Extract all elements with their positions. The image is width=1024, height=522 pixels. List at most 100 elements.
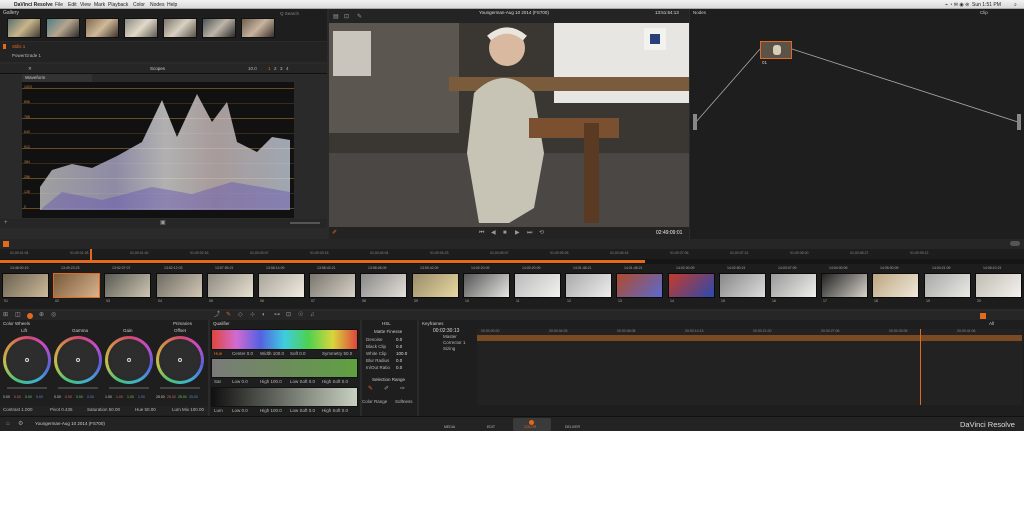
lum-bar[interactable]	[211, 387, 358, 407]
window-icon[interactable]: ◇	[238, 312, 243, 318]
step-back-icon[interactable]: ◀	[491, 230, 496, 236]
clip-thumbnail[interactable]	[258, 273, 305, 298]
wheel-value[interactable]: 25.00	[156, 395, 165, 400]
stills-album[interactable]: Stills 1	[12, 44, 25, 50]
spotlight-icon[interactable]: ⌕	[1014, 2, 1017, 8]
wheel-value[interactable]: 0.00	[87, 395, 94, 400]
clip-thumbnail[interactable]	[821, 273, 868, 298]
gallery-still[interactable]	[46, 18, 80, 38]
matte-param-value[interactable]: 100.0	[396, 351, 407, 357]
app-menu[interactable]: DaVinci Resolve	[14, 2, 53, 8]
go-start-icon[interactable]: ⏮	[479, 230, 484, 236]
close-icon[interactable]: ✕	[28, 66, 32, 72]
wheel-value[interactable]: 25.00	[189, 395, 198, 400]
node-editor[interactable]: Nodes Clip 01	[690, 9, 1024, 239]
clip-thumbnail[interactable]	[514, 273, 561, 298]
gallery-still[interactable]	[202, 18, 236, 38]
track-master[interactable]: Master	[443, 334, 457, 340]
wheel-value[interactable]: 1.00	[138, 395, 145, 400]
wheel-center-dot[interactable]	[25, 358, 29, 362]
gallery-still[interactable]	[241, 18, 275, 38]
wheel-value[interactable]: 0.00	[3, 395, 10, 400]
menu-file[interactable]: File	[55, 2, 63, 8]
blur-icon[interactable]: ◐	[262, 312, 266, 318]
clip-thumbnail[interactable]	[156, 273, 203, 298]
zoom-icon[interactable]: ⊡	[344, 14, 349, 20]
key-icon[interactable]: ⊶	[274, 312, 280, 318]
sat-bar[interactable]	[211, 358, 358, 378]
menu-playback[interactable]: Playback	[108, 2, 128, 8]
clip-thumbnail[interactable]	[872, 273, 919, 298]
3d-icon[interactable]: ☉	[298, 312, 303, 318]
sat-low-soft[interactable]: Low Soft 0.0	[290, 379, 315, 385]
matte-param-value[interactable]: 0.0	[396, 365, 402, 371]
gallery-still[interactable]	[163, 18, 197, 38]
clip-thumbnail[interactable]	[463, 273, 510, 298]
powergrade-album[interactable]: PowerGrade 1	[12, 53, 41, 59]
scope-zoom[interactable]: 10.0	[248, 66, 257, 72]
matte-param-value[interactable]: 0.0	[396, 344, 402, 350]
timeline-toggle[interactable]	[3, 241, 9, 247]
play-icon[interactable]: ▶	[515, 230, 520, 236]
sat-high-soft[interactable]: High Soft 0.0	[322, 379, 348, 385]
scope-channel-3[interactable]: 3	[280, 66, 283, 72]
color-match-icon[interactable]: ◫	[15, 312, 21, 318]
wheel-center-dot[interactable]	[178, 358, 182, 362]
scope-channel-4[interactable]: 4	[286, 66, 289, 72]
hue-value[interactable]: Hue 50.00	[135, 407, 156, 413]
mini-timeline-ruler[interactable]: 01:00:01:04 01:00:01:28 01:00:01:40 01:00:0…	[0, 249, 1024, 259]
hue-width[interactable]: Width 100.0	[260, 351, 284, 357]
picker-plus-icon[interactable]: ✑	[400, 386, 405, 392]
clip-thumbnail[interactable]	[309, 273, 356, 298]
hue-center[interactable]: Center 0.0	[232, 351, 253, 357]
qualifier-icon[interactable]: ✎	[226, 312, 231, 318]
clip-thumbnail[interactable]	[412, 273, 459, 298]
wheel-value[interactable]: 25.00	[167, 395, 176, 400]
clip-thumbnail[interactable]	[668, 273, 715, 298]
gallery-still[interactable]	[7, 18, 41, 38]
track-corrector[interactable]: Corrector 1	[443, 340, 466, 346]
lum-high-soft[interactable]: High Soft 0.0	[322, 408, 348, 414]
clip-thumbnail[interactable]	[2, 273, 49, 298]
hue-symmetry[interactable]: Symmetry 50.0	[322, 351, 352, 357]
wheel-value[interactable]: 0.00	[65, 395, 72, 400]
clip-thumbnail[interactable]	[975, 273, 1022, 298]
sat-high[interactable]: High 100.0	[260, 379, 282, 385]
clip-strip[interactable]: 13:48:00:19 01 13:49:23:23 02 13:52:07:07 03 1…	[0, 264, 1024, 309]
gallery-zoom-slider[interactable]	[290, 222, 320, 224]
wheel-value[interactable]: 25.00	[178, 395, 187, 400]
project-icon[interactable]: ⌂	[6, 421, 10, 427]
clip-thumbnail[interactable]	[207, 273, 254, 298]
gallery-still[interactable]	[124, 18, 158, 38]
color-wheel[interactable]	[54, 336, 102, 384]
clip-thumbnail[interactable]	[616, 273, 663, 298]
clip-thumbnail[interactable]	[924, 273, 971, 298]
matte-param-value[interactable]: 0.0	[396, 337, 402, 343]
color-wheel[interactable]	[156, 336, 204, 384]
lum-mix-value[interactable]: Lum Mix 100.00	[172, 407, 204, 413]
wheel-value[interactable]: 1.00	[127, 395, 134, 400]
keyframe-graph[interactable]: 00:00:00:00 00:00:04:03 00:00:08:08 00:00:1…	[477, 329, 1022, 405]
menu-color[interactable]: Color	[133, 2, 145, 8]
color-wheel[interactable]	[3, 336, 51, 384]
picker-icon[interactable]: ✎	[368, 386, 373, 392]
camera-raw-icon[interactable]: ⊞	[3, 312, 8, 318]
menu-nodes[interactable]: Nodes	[150, 2, 164, 8]
grab-still-icon[interactable]: ▣	[160, 220, 166, 226]
picker-minus-icon[interactable]: ✐	[384, 386, 389, 392]
lum-low-soft[interactable]: Low Soft 0.0	[290, 408, 315, 414]
hue-bar[interactable]	[211, 329, 358, 350]
saturation-value[interactable]: Saturation 50.00	[87, 407, 120, 413]
playhead[interactable]	[90, 249, 92, 263]
motion-icon[interactable]: ◎	[51, 312, 56, 318]
go-end-icon[interactable]: ⏭	[527, 230, 532, 236]
viewer-image[interactable]	[329, 23, 689, 227]
tracker-icon[interactable]: ⊹	[250, 312, 255, 318]
wheel-value[interactable]: 1.00	[105, 395, 112, 400]
timeline-option-toggle[interactable]	[1010, 241, 1020, 246]
wheel-center-dot[interactable]	[76, 358, 80, 362]
color-picker-icon[interactable]: ✐	[332, 230, 337, 236]
rgb-mixer-icon[interactable]: ⊕	[39, 312, 44, 318]
wheel-value[interactable]: 0.00	[76, 395, 83, 400]
tab-deliver[interactable]: DELIVER	[562, 418, 584, 431]
